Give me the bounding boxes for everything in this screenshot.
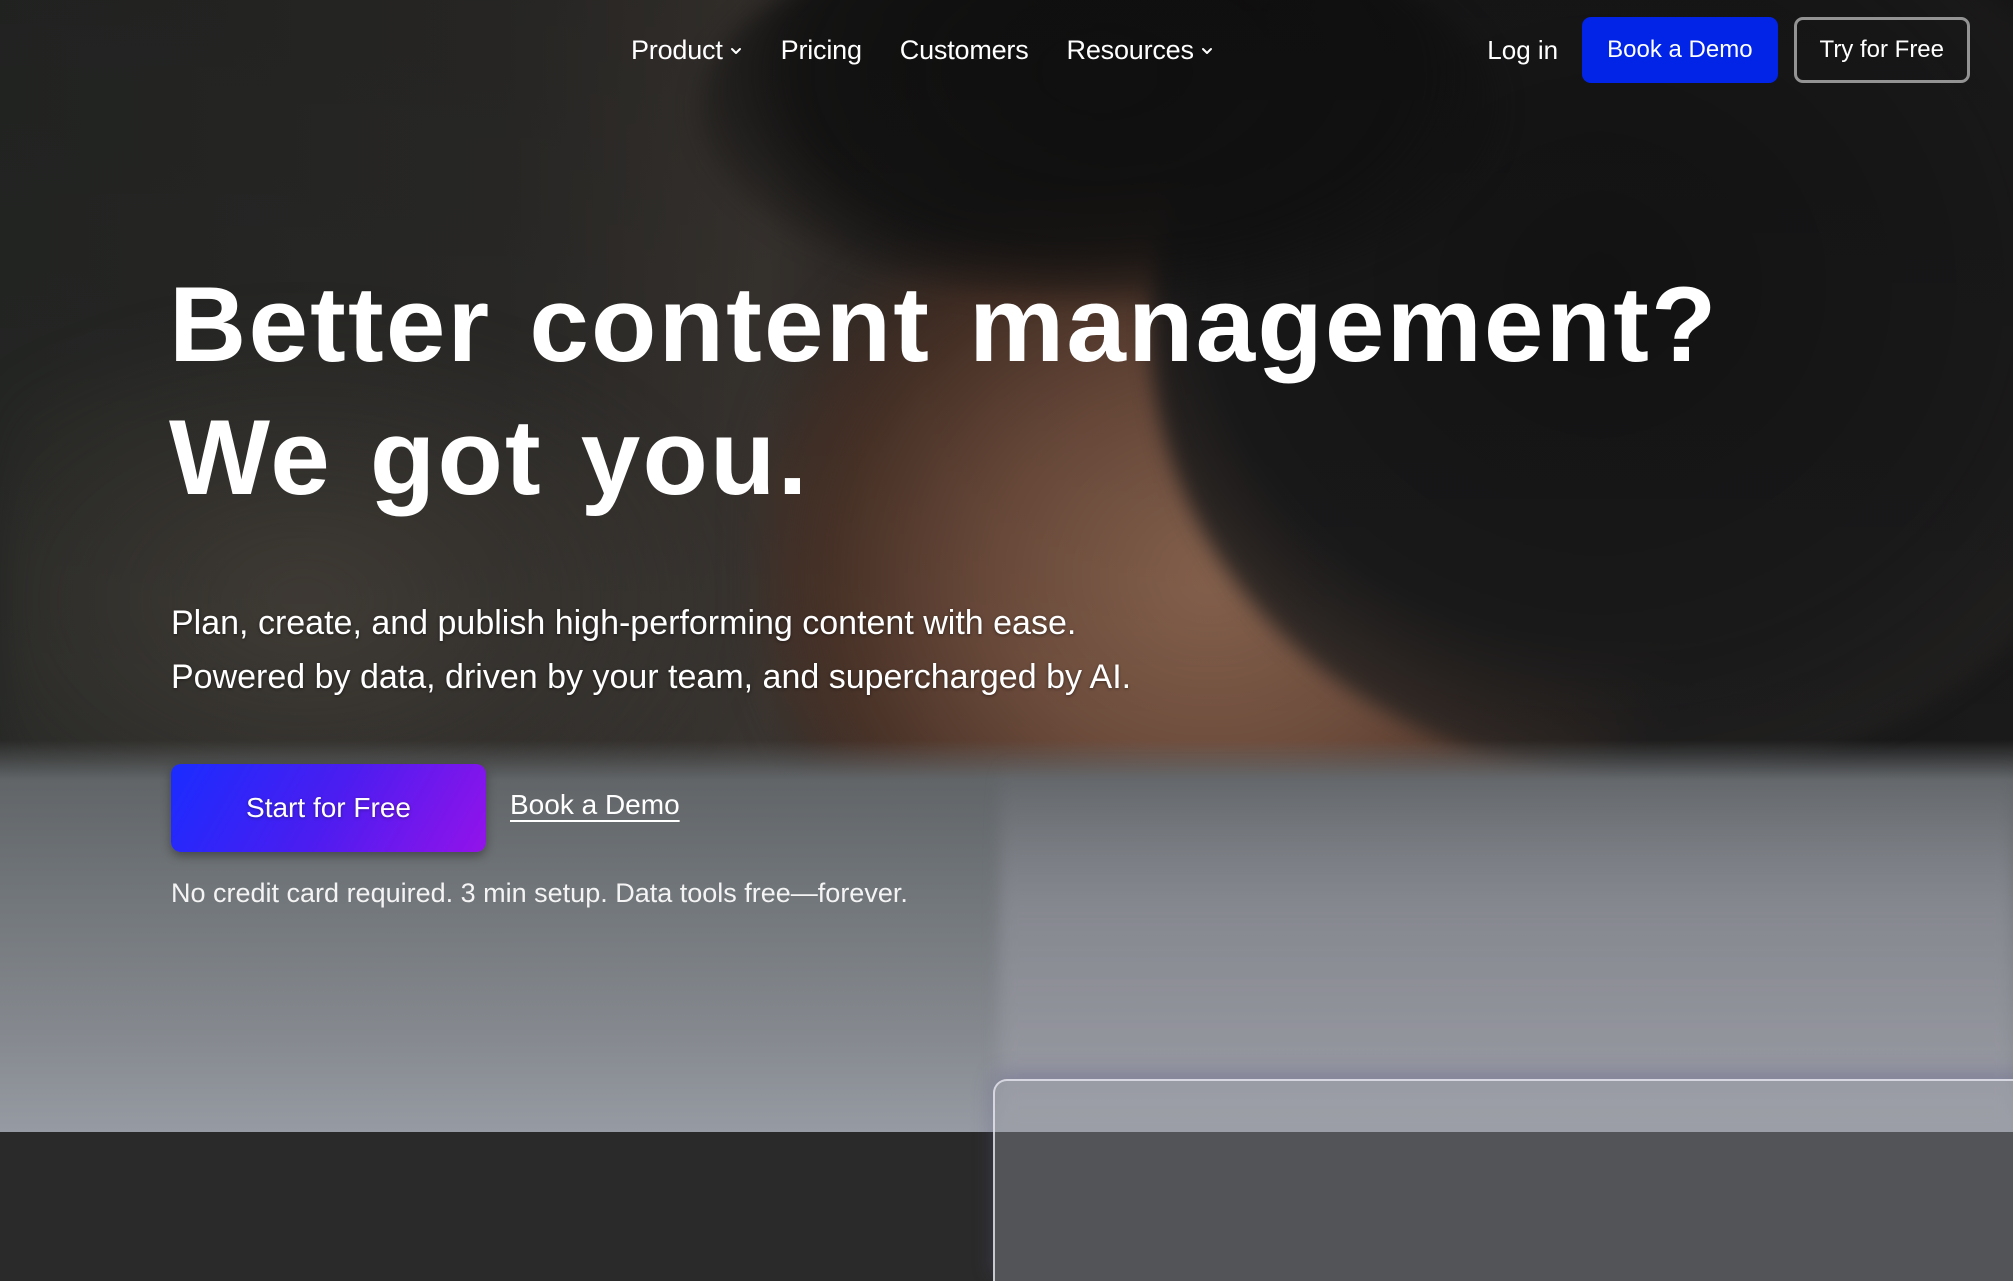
nav-item-product[interactable]: Product — [631, 35, 743, 66]
chevron-down-icon — [1201, 48, 1212, 54]
book-demo-link[interactable]: Book a Demo — [510, 789, 680, 821]
signup-note: No credit card required. 3 min setup. Da… — [171, 878, 908, 908]
try-for-free-button[interactable]: Try for Free — [1793, 17, 1970, 83]
nav-item-label: Pricing — [780, 34, 862, 65]
nav-item-label: Product — [631, 34, 723, 65]
start-for-free-button[interactable]: Start for Free — [171, 764, 486, 852]
chevron-down-icon — [730, 48, 741, 54]
primary-nav: Product Pricing Customers Resources — [631, 30, 1252, 70]
hero-headline: Better content management? We got you. — [169, 258, 1719, 524]
product-preview-card — [993, 1079, 2013, 1281]
nav-item-customers[interactable]: Customers — [900, 35, 1029, 66]
hero-subtitle: Plan, create, and publish high-performin… — [171, 596, 1131, 704]
headline-line-1: Better content management? — [169, 264, 1719, 384]
nav-item-label: Customers — [899, 34, 1029, 65]
book-demo-button[interactable]: Book a Demo — [1582, 17, 1778, 83]
nav-actions: Log in Book a Demo Try for Free — [1487, 17, 1970, 83]
subtitle-line-2: Powered by data, driven by your team, an… — [171, 658, 1132, 696]
hero-cta-row: Start for Free Book a Demo — [171, 764, 680, 852]
headline-line-2: We got you. — [169, 397, 810, 517]
top-navigation: Product Pricing Customers Resources Log … — [0, 0, 2013, 100]
nav-item-pricing[interactable]: Pricing — [781, 35, 862, 66]
subtitle-line-1: Plan, create, and publish high-performin… — [171, 604, 1077, 642]
login-link[interactable]: Log in — [1487, 35, 1558, 66]
hero-background-photo — [0, 0, 2013, 1132]
nav-item-resources[interactable]: Resources — [1067, 35, 1214, 66]
nav-item-label: Resources — [1066, 34, 1194, 65]
